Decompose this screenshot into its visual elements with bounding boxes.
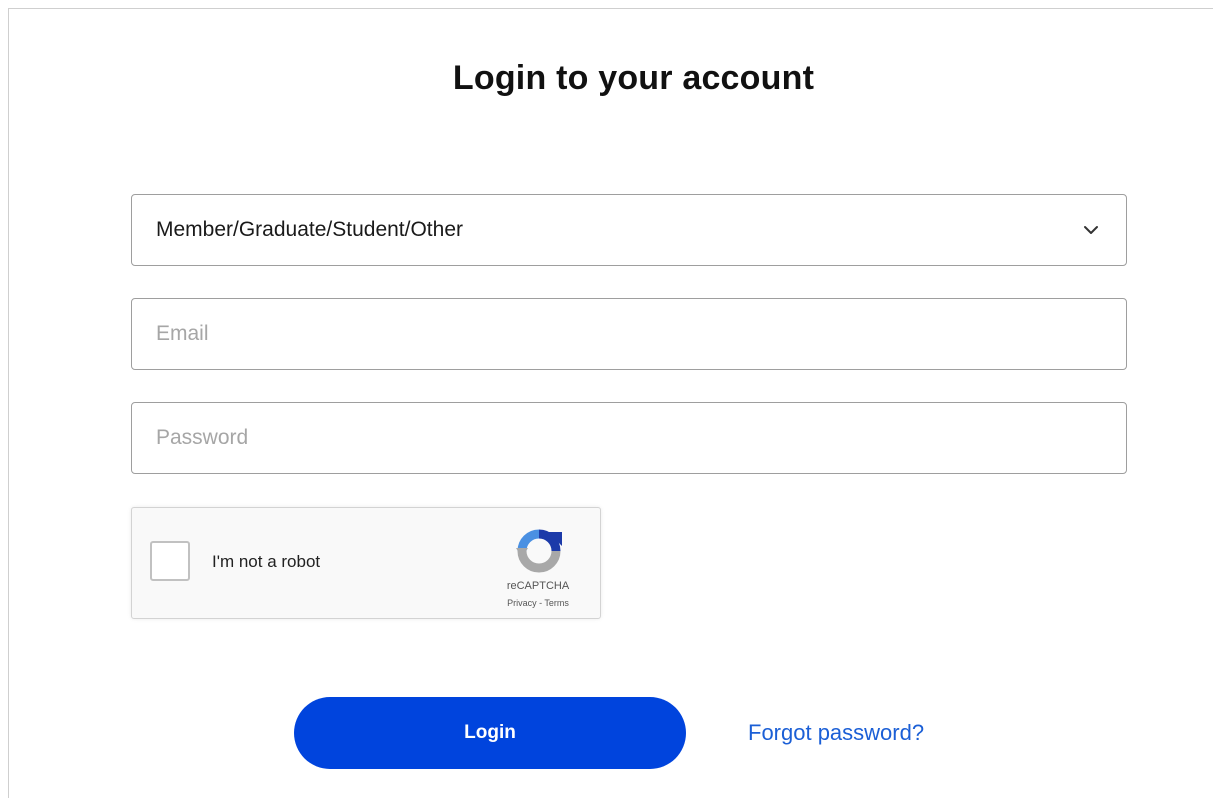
recaptcha-brand: reCAPTCHA <box>506 580 570 592</box>
page-title: Login to your account <box>452 59 815 97</box>
login-button[interactable]: Login <box>294 697 686 769</box>
recaptcha-widget: I'm not a robot reCAPTCHA Privacy - Term… <box>131 507 601 619</box>
recaptcha-checkbox[interactable] <box>150 541 190 581</box>
account-type-select[interactable]: Member/Graduate/Student/Other <box>131 194 1127 266</box>
recaptcha-logo-icon <box>516 529 562 573</box>
email-field[interactable] <box>156 322 1126 346</box>
recaptcha-privacy-terms-links[interactable]: Privacy - Terms <box>486 598 590 608</box>
password-field[interactable] <box>156 426 1126 450</box>
account-type-selected-value: Member/Graduate/Student/Other <box>156 218 463 241</box>
email-field-wrapper <box>131 298 1127 370</box>
password-field-wrapper <box>131 402 1127 474</box>
recaptcha-label: I'm not a robot <box>212 552 321 571</box>
login-card: Login to your account Member/Graduate/St… <box>8 8 1213 798</box>
chevron-down-icon <box>1084 226 1098 234</box>
forgot-password-link[interactable]: Forgot password? <box>748 720 924 746</box>
